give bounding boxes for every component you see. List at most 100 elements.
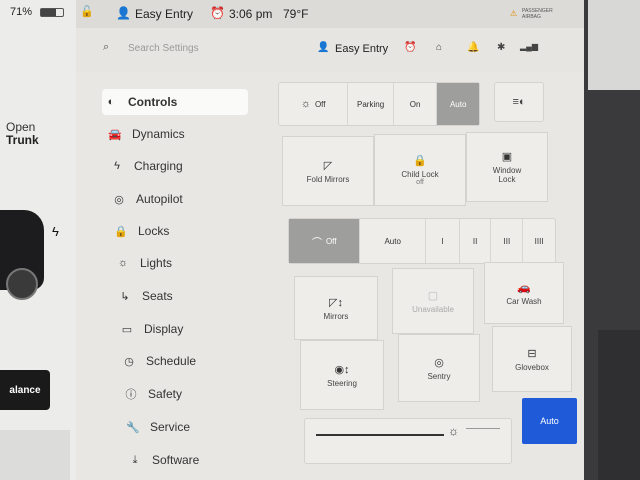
airbag-icon: ⚠ <box>510 9 518 18</box>
window-lock-icon: ▣ <box>501 151 513 163</box>
search-input[interactable]: Search Settings <box>128 43 199 54</box>
wiper-auto-option[interactable]: Auto <box>360 219 426 263</box>
airbag-line2: AIRBAG <box>522 14 541 20</box>
menu-item-label: Autopilot <box>136 192 183 206</box>
clock-icon: ◷ <box>124 355 134 368</box>
window-lock-button[interactable]: ▣ Window Lock <box>466 132 548 202</box>
profile-icon[interactable]: 👤 <box>116 6 131 20</box>
seat-heater-thumbnail[interactable] <box>0 430 70 480</box>
camera-icon: ▢ <box>427 289 439 302</box>
wiper-speed-3-option[interactable]: III <box>491 219 524 263</box>
bolt-icon: ϟ <box>114 160 120 172</box>
fold-mirrors-button[interactable]: ◸ Fold Mirrors <box>282 136 374 206</box>
wiper-speed-control: ⌒ Off Auto I II III IIII <box>288 218 556 264</box>
wiper-speed-4-option[interactable]: IIII <box>523 219 555 263</box>
header-alarm-icon[interactable]: ⏰ <box>404 42 416 53</box>
car-icon: 🚗 <box>517 281 531 294</box>
lights-parking-option[interactable]: Parking <box>348 83 394 125</box>
mirror-adjust-icon: ◸↕ <box>329 296 343 309</box>
menu-item-autopilot[interactable]: ◎ Autopilot <box>110 186 256 212</box>
header-profile-name[interactable]: Easy Entry <box>335 43 388 55</box>
sun-icon: ☼ <box>117 257 129 269</box>
search-icon[interactable]: ⌕ <box>103 41 109 54</box>
menu-item-service[interactable]: 🔧 Service <box>124 414 270 440</box>
menu-item-lights[interactable]: ☼ Lights <box>114 250 260 276</box>
status-time: 3:06 pm <box>229 7 273 21</box>
seat-icon: ↳ <box>120 290 130 303</box>
brightness-sun-icon[interactable]: ☼ <box>448 424 459 438</box>
lte-signal-icon: ▂▄▆ <box>520 42 538 51</box>
menu-item-label: Display <box>144 322 184 336</box>
brightness-auto-button[interactable]: Auto <box>522 398 577 444</box>
profile-icon-header[interactable]: 👤 <box>317 42 329 53</box>
menu-item-display[interactable]: ▭ Display <box>118 316 264 342</box>
brightness-slider-panel <box>304 418 512 464</box>
menu-item-software[interactable]: ⤓ Software <box>126 447 272 473</box>
lights-auto-option[interactable]: Auto <box>437 83 479 125</box>
menu-item-seats[interactable]: ↳ Seats <box>116 283 262 309</box>
wiper-speed-1-option[interactable]: I <box>426 219 460 263</box>
alarm-clock-icon[interactable]: ⏰ <box>210 6 225 20</box>
menu-item-label: Lights <box>140 256 173 270</box>
background-window <box>588 0 640 90</box>
menu-item-label: Software <box>152 453 200 467</box>
alert-icon: ⓘ <box>125 389 137 401</box>
wiper-icon: ⌒ <box>311 237 322 249</box>
charge-bolt-icon[interactable]: ϟ <box>52 224 59 239</box>
car-wash-button[interactable]: 🚗 Car Wash <box>484 262 564 324</box>
sun-icon: ☼ <box>300 98 311 110</box>
menu-item-label: Controls <box>128 95 178 109</box>
menu-item-label: Dynamics <box>132 127 185 141</box>
glovebox-icon: ⊟ <box>527 347 537 360</box>
child-lock-button[interactable]: 🔒 Child Lock off <box>374 134 466 206</box>
background-dash <box>598 330 640 480</box>
unlock-icon[interactable]: 🔓 <box>80 5 94 18</box>
auto-high-beam-icon[interactable]: ≡◐ <box>494 82 544 122</box>
wrench-icon: 🔧 <box>126 421 140 434</box>
open-trunk-label-line1[interactable]: Open <box>6 120 35 134</box>
display-icon: ▭ <box>121 323 133 336</box>
lights-on-option[interactable]: On <box>394 83 438 125</box>
menu-item-locks[interactable]: 🔒 Locks <box>112 218 258 244</box>
menu-item-controls[interactable]: ◐ Controls <box>102 89 248 115</box>
unavailable-tile: ▢ Unavailable <box>392 268 474 334</box>
menu-item-dynamics[interactable]: 🚘 Dynamics <box>106 121 252 147</box>
menu-item-safety[interactable]: ⓘ Safety <box>122 381 268 407</box>
wiper-off-option[interactable]: ⌒ Off <box>289 219 361 263</box>
mirrors-adjust-button[interactable]: ◸↕ Mirrors <box>294 276 378 340</box>
status-profile-name[interactable]: Easy Entry <box>135 7 193 21</box>
child-lock-icon: 🔒 <box>413 155 427 167</box>
brightness-slider-track[interactable] <box>466 428 500 429</box>
lights-mode-control: ☼ Off Parking On Auto <box>278 82 480 126</box>
balance-button[interactable]: alance <box>0 370 50 410</box>
homelink-icon[interactable]: ⌂ <box>436 42 442 53</box>
open-trunk-label-line2[interactable]: Trunk <box>6 133 39 147</box>
car-wheel <box>6 268 38 300</box>
glovebox-button[interactable]: ⊟ Glovebox <box>492 326 572 392</box>
menu-item-label: Charging <box>134 159 183 173</box>
brightness-slider-fill[interactable] <box>316 434 444 436</box>
steering-wheel-icon: ◎ <box>114 193 124 206</box>
menu-item-charging[interactable]: ϟ Charging <box>108 153 254 179</box>
sentry-icon: ◎ <box>434 356 444 369</box>
car-icon: 🚘 <box>108 128 122 141</box>
steering-adjust-button[interactable]: ◉↕ Steering <box>300 340 384 410</box>
mirror-icon: ◸ <box>323 159 333 172</box>
bell-icon[interactable]: 🔔 <box>467 42 479 53</box>
passenger-airbag-indicator: PASSENGER AIRBAG <box>522 8 553 20</box>
menu-item-schedule[interactable]: ◷ Schedule <box>120 348 266 374</box>
lights-off-option[interactable]: ☼ Off <box>279 83 349 125</box>
menu-item-label: Safety <box>148 387 183 401</box>
toggle-icon: ◐ <box>107 96 115 108</box>
menu-item-label: Locks <box>138 224 170 238</box>
menu-item-label: Schedule <box>146 354 197 368</box>
steering-wheel-icon: ◉↕ <box>334 363 350 376</box>
sentry-button[interactable]: ◎ Sentry <box>398 334 480 402</box>
battery-icon <box>40 8 64 17</box>
wiper-speed-2-option[interactable]: II <box>460 219 492 263</box>
bluetooth-icon[interactable]: ✱ <box>497 42 505 53</box>
lock-icon: 🔒 <box>114 225 128 238</box>
status-temperature: 79°F <box>283 7 309 21</box>
menu-item-label: Service <box>150 420 191 434</box>
menu-item-label: Seats <box>142 289 173 303</box>
